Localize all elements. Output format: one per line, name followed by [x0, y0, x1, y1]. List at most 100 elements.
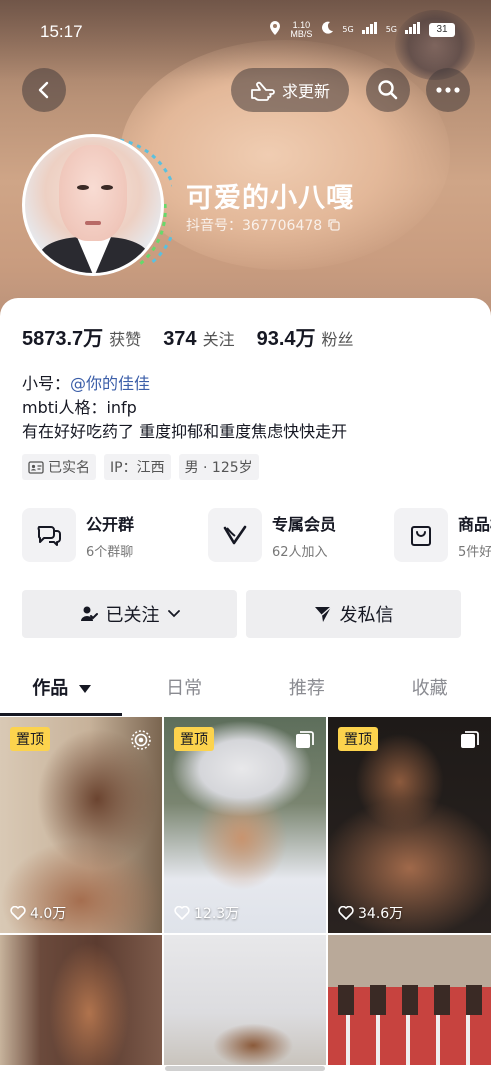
feature-list: 公开群 6个群聊 专属会员 62人加入 商品橱窗 5件好 [22, 508, 491, 562]
feature-shop-window[interactable]: 商品橱窗 5件好物 [394, 508, 491, 562]
battery-level: 31 [436, 24, 448, 35]
tab-favorites-label: 收藏 [411, 678, 448, 699]
video-thumbnail[interactable]: 置顶 12.3万 [164, 717, 326, 933]
alt-account-prefix: 小号： [22, 374, 71, 393]
video-likes: 34.6万 [338, 903, 403, 923]
content-tabs: 作品 日常 推荐 收藏 [0, 668, 491, 714]
bio-description: 有在好好吃药了 重度抑郁和重度焦虑快快走开 [22, 422, 348, 441]
video-thumbnail[interactable]: 置顶 4.0万 [0, 717, 162, 933]
gallery-icon [296, 731, 314, 748]
heart-icon [10, 906, 26, 920]
alt-account-line: 小号：@你的佳佳 [22, 372, 347, 396]
network-type-1: 5G [342, 25, 354, 34]
feature-icon-box [22, 508, 76, 562]
feature-membership[interactable]: 专属会员 62人加入 [208, 508, 378, 562]
network-type-2: 5G [385, 25, 397, 34]
following-label[interactable]: 关注 [203, 326, 235, 350]
gallery-icon [461, 731, 479, 748]
chevron-down-icon [167, 610, 180, 618]
more-dots-icon [436, 87, 460, 93]
moon-icon [320, 21, 334, 38]
avatar-eye-left [77, 185, 89, 190]
status-time: 15:17 [40, 22, 83, 41]
v-badge-icon [223, 525, 247, 545]
status-bar: 15:17 1.10 MB/S 5G 5G 31 [0, 0, 491, 64]
signal-icon [361, 22, 378, 37]
profile-card: 5873.7万 获赞 374 关注 93.4万 粉丝 小号：@你的佳佳 mbti… [0, 298, 491, 1080]
mbti-line: mbti人格：infp [22, 398, 137, 417]
feature-subtitle: 6个群聊 [86, 544, 134, 560]
following-count[interactable]: 374 [163, 328, 196, 351]
ip-tag-label: IP：江西 [110, 460, 165, 476]
avatar-mouth [85, 221, 101, 225]
feature-subtitle: 5件好物 [458, 544, 491, 560]
video-likes: 4.0万 [10, 903, 66, 923]
tab-daily[interactable]: 日常 [123, 668, 246, 714]
thumbnail-figures [328, 985, 491, 1015]
ip-tag: IP：江西 [104, 454, 171, 480]
send-message-button[interactable]: 发私信 [246, 590, 461, 638]
back-button[interactable] [22, 68, 66, 112]
gender-age-tag: 男 · 125岁 [178, 454, 259, 480]
status-icons: 1.10 MB/S 5G 5G 31 [268, 20, 455, 39]
battery-icon: 31 [429, 22, 455, 37]
douyin-id[interactable]: 抖音号：367706478 [186, 215, 340, 235]
tab-works-label: 作品 [32, 678, 69, 699]
network-speed-unit: MB/S [290, 28, 313, 39]
tab-daily-label: 日常 [166, 678, 203, 699]
search-button[interactable] [366, 68, 410, 112]
network-speed: 1.10 MB/S [290, 20, 313, 39]
profile-stats: 5873.7万 获赞 374 关注 93.4万 粉丝 [22, 322, 376, 351]
video-thumbnail[interactable]: 置顶 34.6万 [328, 717, 491, 933]
pinned-badge: 置顶 [174, 727, 214, 751]
user-check-icon [80, 606, 98, 621]
send-icon [314, 606, 331, 622]
likes-label: 获赞 [109, 330, 142, 349]
video-likes-count: 34.6万 [358, 906, 404, 922]
tab-recommended-label: 推荐 [288, 678, 325, 699]
following-button-label: 已关注 [105, 605, 160, 626]
tab-favorites[interactable]: 收藏 [368, 668, 491, 714]
search-icon [378, 80, 398, 100]
tab-recommended[interactable]: 推荐 [246, 668, 369, 714]
shopping-bag-icon [411, 526, 431, 546]
more-button[interactable] [426, 68, 470, 112]
pinned-badge: 置顶 [10, 727, 50, 751]
feature-icon-box [394, 508, 448, 562]
followers-count[interactable]: 93.4万 [257, 322, 316, 351]
copy-icon[interactable] [328, 219, 340, 231]
id-card-icon [28, 460, 44, 474]
followers-label[interactable]: 粉丝 [322, 326, 354, 350]
alt-account-link[interactable]: @你的佳佳 [70, 374, 150, 393]
verified-tag-label: 已实名 [48, 460, 90, 476]
feature-title: 商品橱窗 [458, 514, 491, 534]
live-photo-icon [131, 730, 151, 750]
avatar[interactable] [22, 134, 164, 276]
chevron-left-icon [38, 81, 49, 99]
following-button[interactable]: 已关注 [22, 590, 237, 638]
video-likes-count: 12.3万 [194, 906, 240, 922]
feature-icon-box [208, 508, 262, 562]
chat-bubbles-icon [37, 526, 61, 546]
heart-icon [338, 906, 354, 920]
video-thumbnail[interactable] [328, 935, 491, 1065]
video-thumbnail[interactable] [0, 935, 162, 1065]
video-thumbnail[interactable] [164, 935, 326, 1065]
video-grid: 置顶 4.0万 置顶 12.3万 置顶 34.6万 [0, 717, 491, 1065]
feature-title: 专属会员 [272, 514, 337, 534]
pinned-badge: 置顶 [338, 727, 378, 751]
douyin-id-text: 抖音号：367706478 [186, 218, 323, 234]
avatar-eye-right [101, 185, 113, 190]
profile-tags: 已实名 IP：江西 男 · 125岁 [22, 454, 259, 480]
video-likes-count: 4.0万 [30, 906, 67, 922]
avatar-face [59, 145, 127, 241]
feature-title: 公开群 [86, 514, 135, 534]
likes-count: 5873.7万 [22, 328, 104, 350]
tab-works[interactable]: 作品 [0, 668, 123, 714]
caret-down-icon [78, 685, 91, 693]
request-update-button[interactable]: 求更新 [231, 68, 349, 112]
video-likes: 12.3万 [174, 903, 239, 923]
home-indicator[interactable] [165, 1066, 325, 1071]
feature-public-group[interactable]: 公开群 6个群聊 [22, 508, 192, 562]
active-tab-indicator [0, 713, 122, 716]
